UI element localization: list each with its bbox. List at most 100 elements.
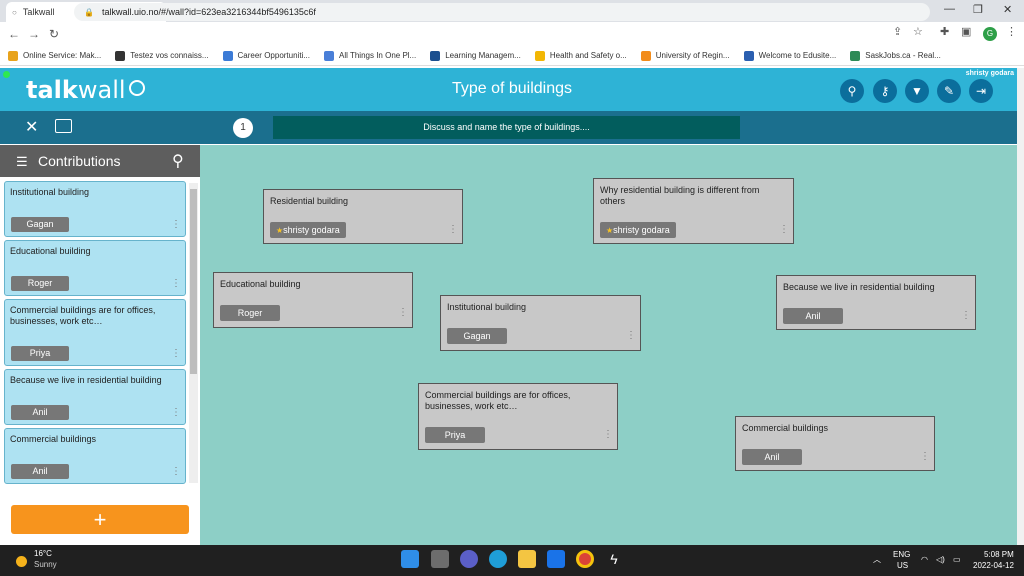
- wall-canvas[interactable]: Residential building ★shristy godara ⋮ Why …: [200, 145, 1017, 545]
- zoom-icon[interactable]: ⚲: [840, 79, 864, 103]
- task-view-icon[interactable]: [431, 550, 449, 568]
- lock-icon: 🔒: [84, 7, 94, 17]
- clock-time[interactable]: 5:08 PM: [984, 550, 1014, 559]
- share-icon[interactable]: ⇪: [893, 25, 902, 38]
- volume-icon[interactable]: ◁): [936, 555, 945, 564]
- wifi-icon[interactable]: ◠: [921, 555, 928, 564]
- more-options-icon[interactable]: ⋮: [171, 278, 181, 289]
- more-options-icon[interactable]: ⋮: [398, 307, 408, 318]
- bookmark-item[interactable]: Health and Safety o...: [534, 50, 627, 61]
- profile-avatar[interactable]: G: [983, 27, 997, 41]
- more-options-icon[interactable]: ⋮: [171, 348, 181, 359]
- more-options-icon[interactable]: ⋮: [171, 219, 181, 230]
- close-window-icon[interactable]: ✕: [1003, 3, 1012, 16]
- bookmark-item[interactable]: University of Regin...: [640, 50, 730, 61]
- bookmark-item[interactable]: SaskJobs.ca - Real...: [850, 50, 941, 61]
- extensions-icon[interactable]: ✚: [940, 25, 949, 38]
- app-lightning-icon[interactable]: ϟ: [605, 550, 623, 568]
- author-name: Anil: [764, 452, 780, 462]
- more-options-icon[interactable]: ⋮: [171, 466, 181, 477]
- weather-description[interactable]: Sunny: [34, 560, 57, 569]
- contribution-card[interactable]: Commercial buildings are for offices, bu…: [4, 299, 186, 366]
- bookmark-item[interactable]: All Things In One Pl...: [324, 50, 417, 61]
- wall-note[interactable]: Educational building Roger ⋮: [213, 272, 413, 328]
- chevron-up-icon[interactable]: ︿: [873, 554, 881, 565]
- browser-menu-icon[interactable]: ⋮: [1006, 25, 1017, 38]
- chrome-icon[interactable]: [576, 550, 594, 568]
- forward-icon[interactable]: →: [24, 27, 44, 41]
- wall-note[interactable]: Because we live in residential building A…: [776, 275, 976, 330]
- question-number-badge[interactable]: 1: [233, 118, 253, 138]
- contribution-card[interactable]: Educational building Roger ⋮: [4, 240, 186, 296]
- page-scrollbar[interactable]: [1017, 68, 1024, 545]
- scrollbar-thumb[interactable]: [190, 189, 197, 374]
- note-text: Commercial buildings: [742, 423, 829, 433]
- contribution-text: Commercial buildings: [10, 434, 97, 444]
- key-icon[interactable]: ⚷: [873, 79, 897, 103]
- close-icon[interactable]: ✕: [25, 117, 38, 137]
- more-options-icon[interactable]: ⋮: [171, 407, 181, 418]
- author-name: shristy godara: [613, 225, 670, 235]
- search-icon[interactable]: ⚲: [172, 151, 184, 171]
- more-options-icon[interactable]: ⋮: [779, 224, 789, 235]
- author-badge: Priya: [425, 427, 485, 443]
- note-text: Why residential building is different fr…: [600, 185, 760, 206]
- bookmark-item[interactable]: Online Service: Mak...: [8, 50, 101, 61]
- restore-icon[interactable]: ❐: [973, 3, 983, 16]
- contribution-card[interactable]: Commercial buildings Anil ⋮: [4, 428, 186, 484]
- bookmark-label: Welcome to Edusite...: [758, 51, 837, 60]
- bookmark-star-icon[interactable]: ☆: [913, 25, 923, 38]
- chat-icon[interactable]: [460, 550, 478, 568]
- app-header: talkwall Type of buildings: [0, 68, 1024, 111]
- wall-note[interactable]: Institutional building Gagan ⋮: [440, 295, 641, 351]
- side-panel-icon[interactable]: ▣: [961, 25, 971, 38]
- filter-icon[interactable]: ▼: [905, 79, 929, 103]
- bookmark-item[interactable]: Testez vos connaiss...: [115, 50, 209, 61]
- url-field[interactable]: 🔒 talkwall.uio.no/#/wall?id=623ea3216344…: [74, 3, 930, 21]
- more-options-icon[interactable]: ⋮: [603, 429, 613, 440]
- presentation-icon[interactable]: [55, 119, 72, 133]
- more-options-icon[interactable]: ⋮: [448, 224, 458, 235]
- author-name: shristy godara: [283, 225, 340, 235]
- bookmark-label: All Things In One Pl...: [339, 51, 417, 60]
- author-badge: ★shristy godara: [600, 222, 676, 238]
- clock-date[interactable]: 2022-04-12: [973, 561, 1014, 570]
- contribution-text: Institutional building: [10, 187, 90, 197]
- more-options-icon[interactable]: ⋮: [920, 451, 930, 462]
- list-icon: ☰: [16, 154, 28, 169]
- language-top[interactable]: ENG: [893, 550, 910, 559]
- edit-icon[interactable]: ✎: [937, 79, 961, 103]
- author-badge: Anil: [11, 464, 69, 479]
- bookmark-label: Health and Safety o...: [549, 51, 627, 60]
- windows-start-icon[interactable]: [401, 550, 419, 568]
- contribution-card[interactable]: Because we live in residential building A…: [4, 369, 186, 425]
- file-explorer-icon[interactable]: [518, 550, 536, 568]
- back-icon[interactable]: ←: [4, 27, 24, 41]
- battery-icon[interactable]: ▭: [953, 555, 961, 564]
- author-badge: Anil: [742, 449, 802, 465]
- contribution-text: Educational building: [10, 246, 91, 256]
- wall-note[interactable]: Commercial buildings Anil ⋮: [735, 416, 935, 471]
- language-bottom[interactable]: US: [897, 561, 908, 570]
- bookmark-item[interactable]: Welcome to Edusite...: [743, 50, 837, 61]
- mail-icon[interactable]: [547, 550, 565, 568]
- more-options-icon[interactable]: ⋮: [961, 310, 971, 321]
- globe-icon: ○: [12, 7, 17, 17]
- bookmark-item[interactable]: Learning Managem...: [430, 50, 521, 61]
- bookmark-item[interactable]: Career Opportuniti...: [222, 50, 310, 61]
- edge-icon[interactable]: [489, 550, 507, 568]
- sidebar-scrollbar[interactable]: [189, 183, 198, 483]
- more-options-icon[interactable]: ⋮: [626, 330, 636, 341]
- logout-icon[interactable]: ⇥: [969, 79, 993, 103]
- wall-note[interactable]: Commercial buildings are for offices, bu…: [418, 383, 618, 450]
- contribution-card[interactable]: Institutional building Gagan ⋮: [4, 181, 186, 237]
- wall-note[interactable]: Residential building ★shristy godara ⋮: [263, 189, 463, 244]
- sun-icon[interactable]: [16, 556, 27, 567]
- add-contribution-button[interactable]: +: [11, 505, 189, 534]
- weather-temperature[interactable]: 16°C: [34, 549, 52, 558]
- minimize-icon[interactable]: —: [944, 3, 955, 15]
- reload-icon[interactable]: ↻: [44, 27, 64, 41]
- wall-note[interactable]: Why residential building is different fr…: [593, 178, 794, 244]
- bookmarks-bar: Online Service: Mak... Testez vos connais…: [0, 46, 1024, 66]
- contribution-text: Because we live in residential building: [10, 375, 162, 385]
